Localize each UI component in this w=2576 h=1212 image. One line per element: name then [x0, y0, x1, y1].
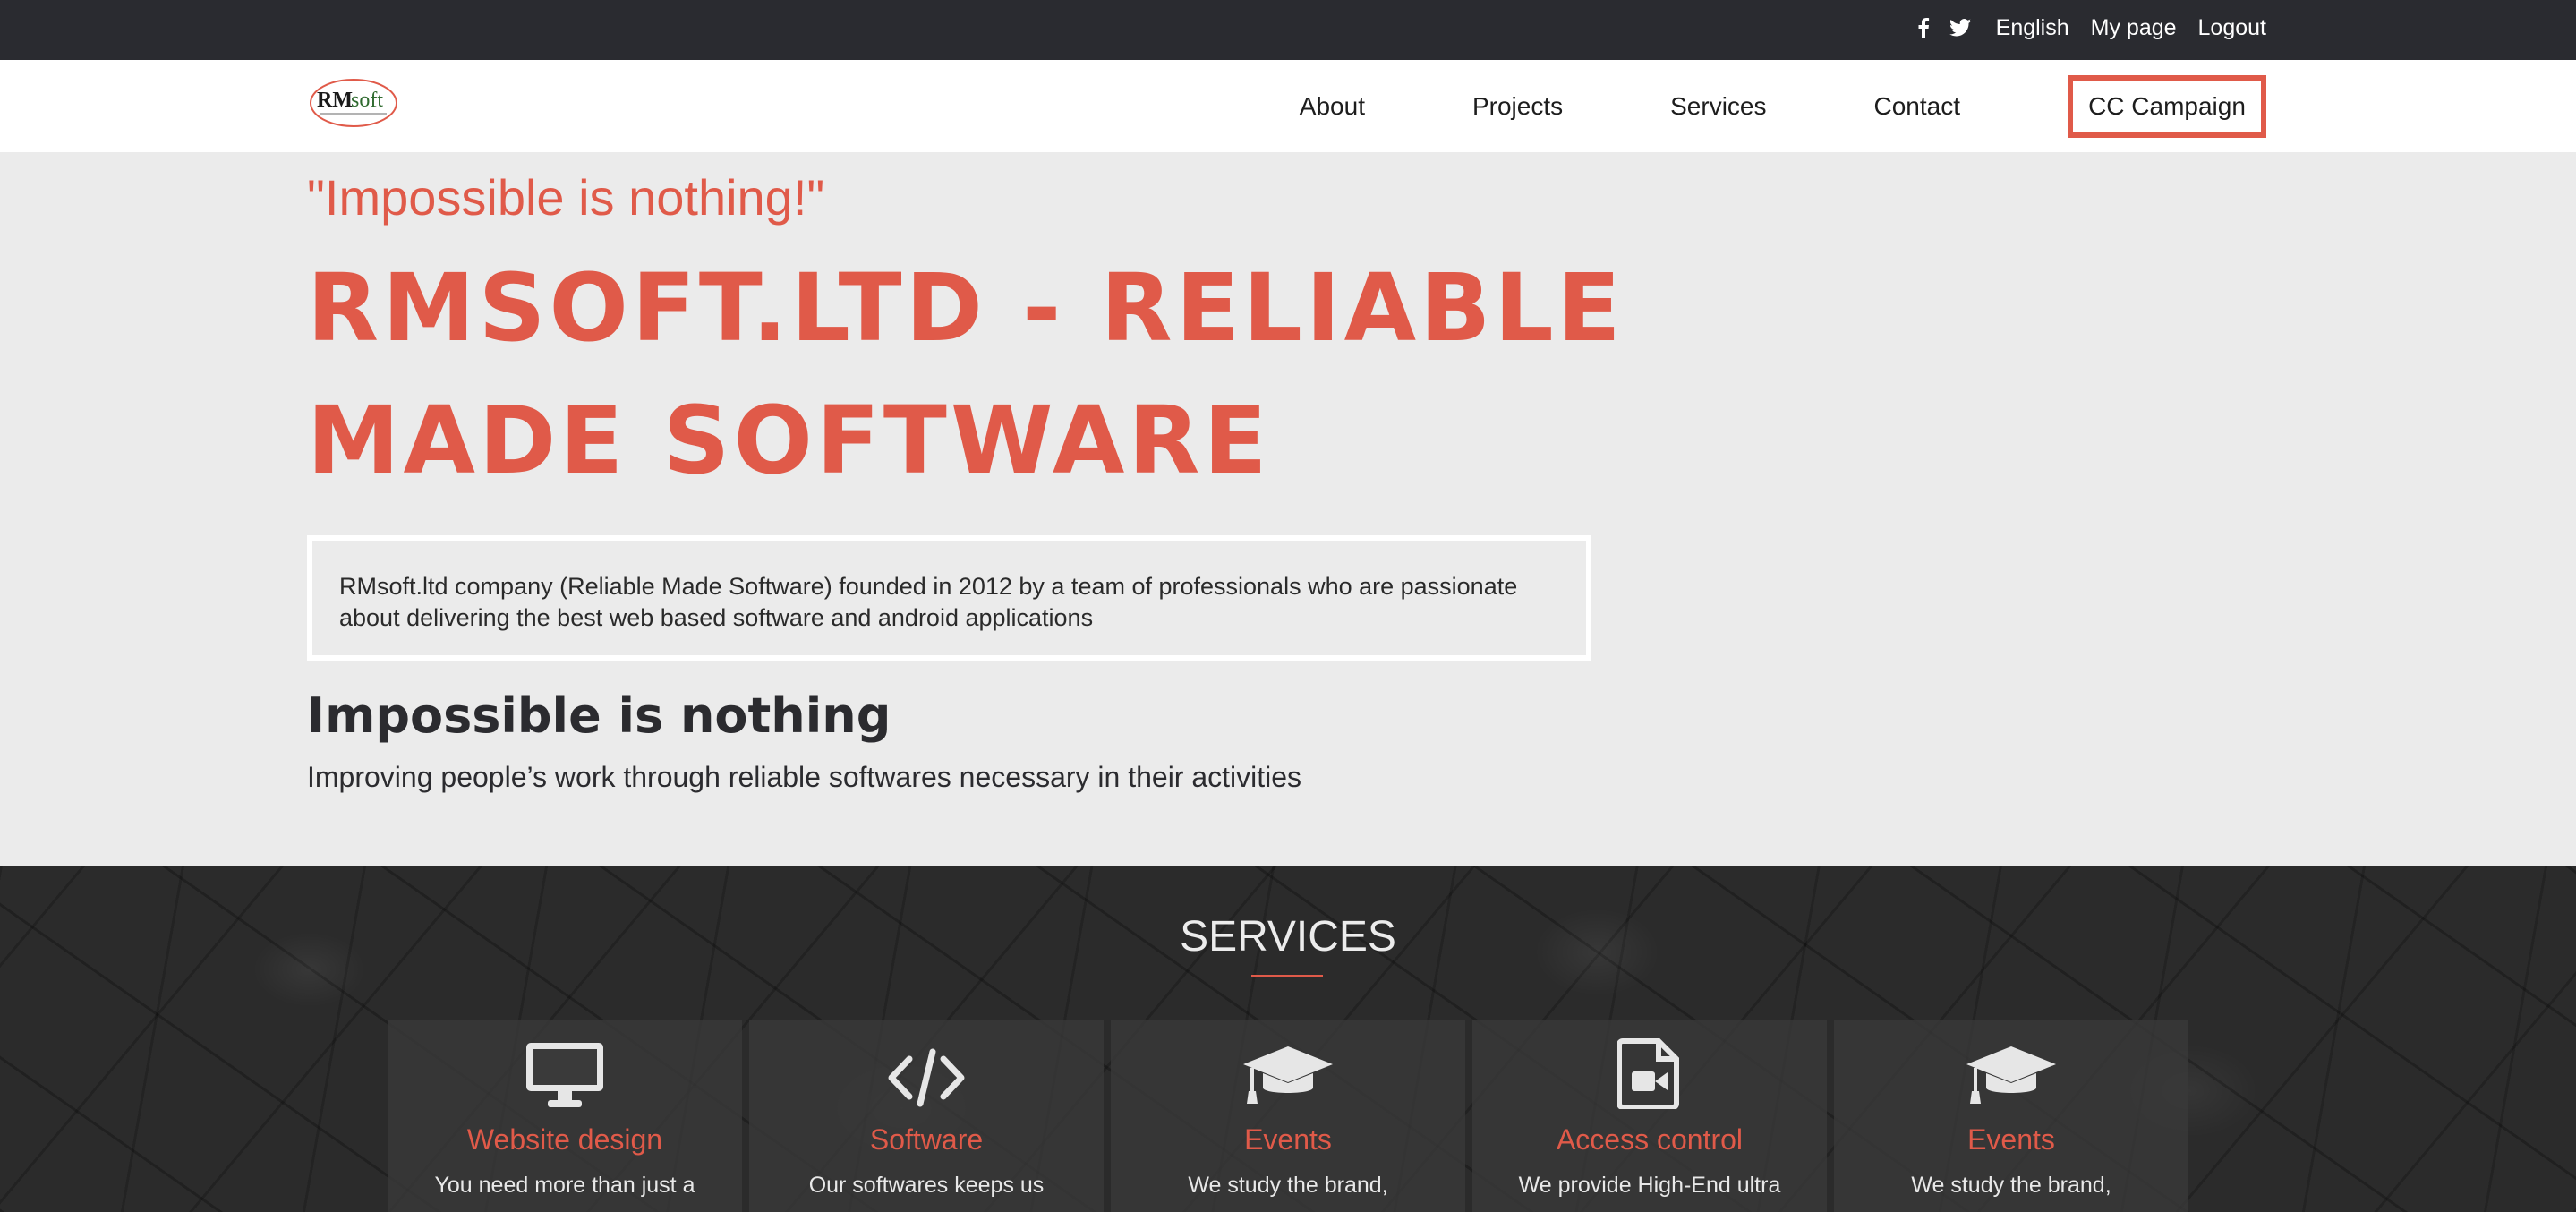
- hero-section: "Impossible is nothing!" RMSOFT.LTD - RE…: [0, 152, 2576, 866]
- my-page-link[interactable]: My page: [2091, 15, 2177, 41]
- services-cards: Website design You need more than just a…: [388, 1020, 2188, 1212]
- service-card-website-design[interactable]: Website design You need more than just a: [388, 1020, 742, 1212]
- main-navbar: RM soft About Projects Services Contact …: [0, 60, 2576, 152]
- nav-services[interactable]: Services: [1670, 92, 1766, 121]
- intro-box: RMsoft.ltd company (Reliable Made Softwa…: [307, 535, 1591, 661]
- service-card-title: Website design: [466, 1123, 663, 1156]
- service-card-desc: You need more than just a: [434, 1173, 695, 1198]
- nav-projects[interactable]: Projects: [1472, 92, 1563, 121]
- services-title: SERVICES: [1180, 913, 1396, 960]
- service-card-title: Software: [869, 1123, 984, 1156]
- facebook-icon[interactable]: [1917, 17, 1930, 38]
- service-card-events[interactable]: Events We study the brand,: [1111, 1020, 1465, 1212]
- code-icon: [749, 1020, 1104, 1109]
- graduation-cap-icon: [1111, 1020, 1465, 1109]
- nav-about[interactable]: About: [1300, 92, 1365, 121]
- hero-subtext: Improving people’s work through reliable…: [307, 761, 1302, 793]
- service-card-title: Events: [1244, 1123, 1332, 1156]
- service-card-access-control[interactable]: Access control We provide High-End ultra: [1472, 1020, 1827, 1212]
- twitter-icon[interactable]: [1949, 19, 1971, 37]
- video-file-icon: [1472, 1020, 1827, 1109]
- service-card-software[interactable]: Software Our softwares keeps us: [749, 1020, 1104, 1212]
- service-card-events-2[interactable]: Events We study the brand,: [1834, 1020, 2188, 1212]
- service-card-title: Events: [1967, 1123, 2055, 1156]
- service-card-title: Access control: [1556, 1123, 1744, 1156]
- nav-menu: About Projects Services Contact CC Campa…: [1300, 60, 2266, 152]
- logout-link[interactable]: Logout: [2198, 15, 2266, 41]
- nav-contact[interactable]: Contact: [1874, 92, 1961, 121]
- service-card-desc: Our softwares keeps us: [808, 1173, 1045, 1198]
- cc-campaign-button[interactable]: CC Campaign: [2068, 74, 2266, 138]
- hero-subheading: Impossible is nothing: [307, 687, 891, 744]
- logo-text-rm: RM: [317, 89, 353, 112]
- graduation-cap-icon: [1834, 1020, 2188, 1109]
- top-bar: English My page Logout: [0, 0, 2576, 60]
- top-bar-items: English My page Logout: [1917, 0, 2266, 55]
- social-links: [1917, 17, 1971, 38]
- rmsoft-logo[interactable]: RM soft: [308, 77, 399, 129]
- service-card-desc: We study the brand,: [1188, 1173, 1388, 1198]
- services-section: SERVICES Website design You need more th…: [0, 866, 2576, 1212]
- monitor-icon: [388, 1020, 742, 1109]
- hero-headline: RMSOFT.LTD - RELIABLE MADE SOFTWARE: [307, 253, 1625, 495]
- logo-text-soft: soft: [351, 89, 383, 112]
- services-title-underline: [1251, 975, 1323, 977]
- language-link[interactable]: English: [1996, 15, 2069, 41]
- service-card-desc: We provide High-End ultra: [1518, 1173, 1781, 1198]
- service-card-desc: We study the brand,: [1911, 1173, 2111, 1198]
- hero-tagline: "Impossible is nothing!": [307, 169, 825, 226]
